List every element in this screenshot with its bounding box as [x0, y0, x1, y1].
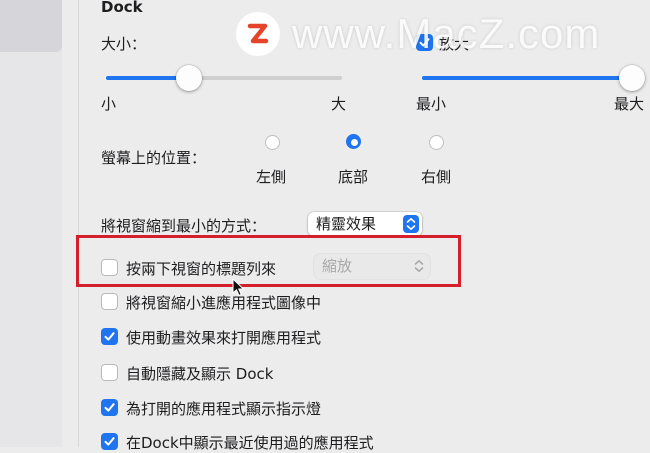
section-title: Dock — [101, 0, 143, 16]
position-bottom-radio[interactable] — [346, 134, 361, 149]
magnification-max-label: 最大 — [614, 95, 645, 113]
double-click-action-value: 縮放 — [322, 257, 353, 275]
position-label: 螢幕上的位置： — [101, 149, 207, 167]
option-checkbox-label: 自動隱藏及顯示 Dock — [126, 365, 274, 383]
magnification-slider-fill — [422, 76, 632, 80]
size-max-label: 大 — [331, 95, 347, 113]
watermark-text: www.MacZ.com — [292, 10, 601, 57]
size-slider[interactable] — [106, 76, 342, 80]
position-left-label: 左側 — [256, 168, 287, 186]
option-checkbox[interactable] — [101, 364, 118, 381]
size-slider-knob[interactable] — [175, 65, 202, 91]
double-click-action-popup[interactable]: 縮放 — [314, 254, 430, 279]
macz-logo-icon — [236, 12, 280, 56]
magnification-slider-knob[interactable] — [619, 65, 645, 91]
option-checkbox-label: 將視窗縮小進應用程式圖像中 — [126, 294, 322, 312]
size-min-label: 小 — [101, 95, 117, 113]
magnification-min-label: 最小 — [416, 95, 447, 113]
watermark: www.MacZ.com — [236, 10, 600, 58]
option-checkbox[interactable] — [101, 293, 118, 310]
option-checkbox-label: 使用動畫效果來打開應用程式 — [126, 329, 322, 347]
position-right-radio[interactable] — [429, 135, 444, 150]
double-click-title-checkbox[interactable] — [101, 259, 118, 276]
option-checkbox[interactable] — [101, 399, 118, 416]
mouse-cursor-icon — [232, 278, 245, 297]
magnification-slider[interactable] — [422, 76, 632, 80]
option-checkbox-label: 在Dock中顯示最近使用過的應用程式 — [126, 434, 374, 452]
option-checkbox-label: 為打開的應用程式顯示指示燈 — [126, 400, 322, 418]
minimize-effect-popup[interactable]: 精靈效果 — [308, 212, 422, 236]
sidebar — [0, 0, 62, 447]
minimize-effect-label: 將視窗縮到最小的方式： — [101, 217, 267, 235]
option-checkbox[interactable] — [101, 328, 118, 345]
position-left-radio[interactable] — [265, 135, 280, 150]
option-checkbox[interactable] — [101, 433, 118, 450]
size-label: 大小： — [101, 35, 147, 53]
double-click-title-label: 按兩下視窗的標題列來 — [126, 260, 277, 278]
sidebar-selected-item[interactable] — [0, 0, 62, 52]
minimize-effect-value: 精靈效果 — [316, 215, 377, 233]
chevron-updown-icon — [411, 257, 427, 275]
position-right-label: 右側 — [421, 168, 452, 186]
sidebar-divider — [78, 0, 79, 447]
position-bottom-label: 底部 — [338, 168, 369, 186]
chevron-updown-icon — [403, 215, 419, 233]
